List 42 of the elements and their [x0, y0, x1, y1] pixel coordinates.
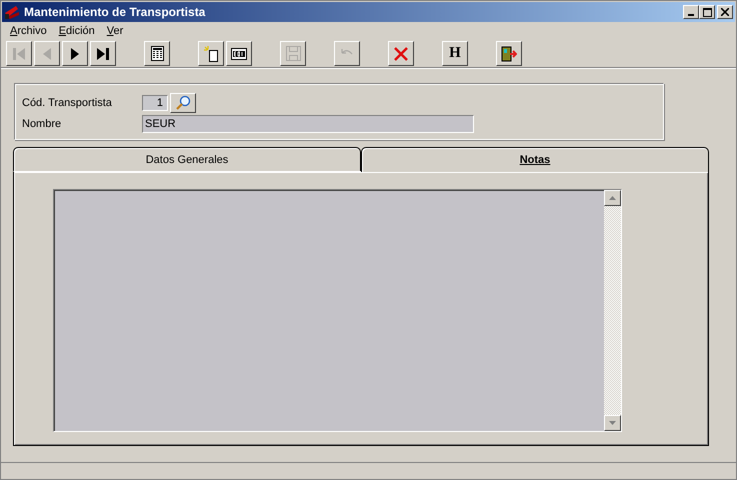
toolbar-button[interactable]: H	[442, 41, 468, 66]
search-button[interactable]	[170, 93, 196, 113]
last-button[interactable]	[90, 41, 116, 66]
save-icon	[286, 46, 300, 61]
app-icon	[4, 4, 20, 20]
close-button[interactable]	[717, 5, 733, 19]
delete-icon	[394, 46, 408, 60]
up-arrow-icon	[609, 196, 616, 200]
tab[interactable]: Datos Generales	[13, 147, 361, 171]
delete-button[interactable]	[388, 41, 414, 66]
menu-item[interactable]: Edición	[52, 25, 101, 37]
grid-button[interactable]	[144, 41, 170, 66]
field-label: Nombre	[22, 118, 62, 130]
scroll-down-button[interactable]	[604, 415, 621, 431]
maximize-button[interactable]	[699, 5, 715, 19]
field-label: Cód. Transportista	[22, 97, 113, 109]
previous-icon	[42, 46, 52, 60]
code-field[interactable]: 1	[142, 95, 168, 111]
window-title: Mantenimiento de Transportista	[24, 5, 206, 19]
next-button[interactable]	[62, 41, 88, 66]
edit-button[interactable]	[226, 41, 252, 66]
new-document-icon	[204, 46, 218, 62]
new-button[interactable]	[198, 41, 224, 66]
minimize-button[interactable]	[683, 5, 699, 19]
menu-item[interactable]: Archivo	[4, 25, 53, 37]
next-icon	[70, 46, 80, 60]
down-arrow-icon	[609, 421, 616, 425]
tab[interactable]: Notas	[361, 147, 709, 172]
close-icon	[721, 8, 729, 16]
search-icon	[175, 95, 191, 111]
menu-item[interactable]: Ver	[100, 25, 130, 37]
edit-icon	[231, 48, 247, 60]
first-record-icon	[12, 46, 26, 60]
scrollbar[interactable]	[604, 190, 621, 431]
table-icon	[150, 46, 164, 61]
exit-button[interactable]	[496, 41, 522, 66]
last-record-icon	[96, 46, 110, 60]
notes-field[interactable]	[54, 190, 604, 431]
exit-door-icon	[501, 46, 517, 62]
scroll-up-button[interactable]	[604, 190, 621, 206]
maximize-icon	[702, 8, 712, 16]
name-field[interactable]: SEUR	[142, 115, 474, 133]
